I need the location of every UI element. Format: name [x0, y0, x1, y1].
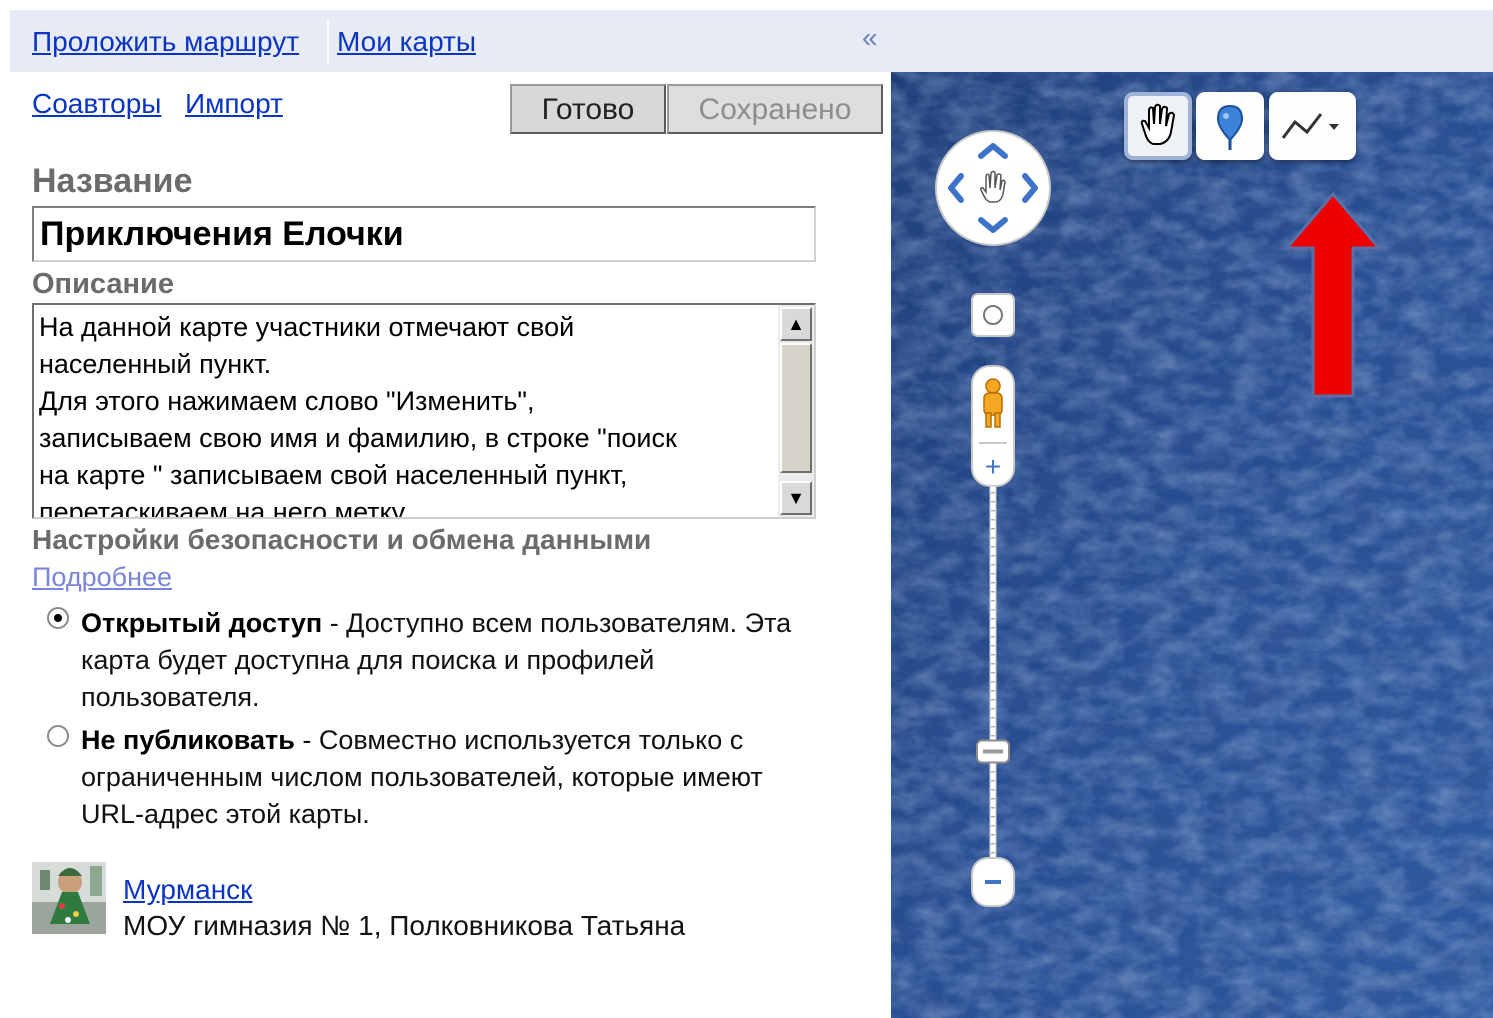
hand-tool-button[interactable]	[1124, 92, 1192, 160]
public-access-title: Открытый доступ	[81, 608, 323, 638]
zoom-tick	[991, 519, 995, 521]
zoom-tick	[991, 591, 995, 593]
zoom-ticks	[991, 492, 995, 854]
unlisted-option[interactable]: Не публиковать - Совместно используется …	[81, 722, 821, 833]
zoom-tick	[991, 771, 995, 773]
zoom-tick	[991, 807, 995, 809]
description-text[interactable]: На данной карте участники отмечают свой …	[39, 309, 769, 517]
tab-divider	[327, 20, 329, 64]
coauthors-link[interactable]: Соавторы	[32, 88, 161, 120]
zoom-tick	[991, 573, 995, 575]
saved-button[interactable]: Сохранено	[667, 84, 883, 134]
scroll-up-button[interactable]: ▲	[780, 307, 812, 341]
zoom-tick	[991, 582, 995, 584]
scroll-thumb[interactable]	[780, 343, 812, 473]
zoom-tick	[991, 618, 995, 620]
zoom-tick	[991, 708, 995, 710]
triangle-down-icon: ▼	[787, 488, 805, 508]
marker-icon	[1216, 104, 1244, 150]
zoom-tick	[991, 501, 995, 503]
radio-unlisted[interactable]	[47, 725, 69, 747]
import-link[interactable]: Импорт	[185, 88, 283, 120]
avatar	[32, 862, 106, 934]
zoom-tick	[991, 600, 995, 602]
zoom-tick	[991, 654, 995, 656]
zoom-tick	[991, 699, 995, 701]
tab-route[interactable]: Проложить маршрут	[32, 26, 299, 58]
author-organization: МОУ гимназия № 1, Полковникова Татьяна	[123, 910, 686, 941]
zoom-tick	[991, 735, 995, 737]
radio-public-access[interactable]	[47, 607, 69, 629]
collapse-panel-button[interactable]: «	[862, 22, 878, 54]
zoom-tick	[991, 672, 995, 674]
zoom-tick	[991, 780, 995, 782]
author-link[interactable]: Мурманск	[123, 874, 252, 906]
scroll-down-button[interactable]: ▼	[780, 481, 812, 515]
map-title-input[interactable]	[32, 206, 816, 262]
zoom-tick	[991, 717, 995, 719]
line-icon	[1281, 113, 1339, 139]
zoom-tick	[991, 834, 995, 836]
pan-control[interactable]	[933, 128, 1053, 248]
zoom-tick	[991, 798, 995, 800]
zoom-tick	[991, 852, 995, 854]
top-tabs: Проложить маршрут Мои карты «	[10, 10, 891, 72]
minus-icon	[985, 880, 1001, 884]
zoom-tick	[991, 825, 995, 827]
description-scrollbar[interactable]: ▲ ▼	[778, 305, 814, 517]
zoom-tick	[991, 510, 995, 512]
zoom-tick	[991, 546, 995, 548]
zoom-tick	[991, 726, 995, 728]
zoom-tick	[991, 492, 995, 494]
zoom-tick	[991, 816, 995, 818]
zoom-reset-button	[971, 293, 1015, 337]
more-info-link[interactable]: Подробнее	[32, 562, 172, 593]
hand-icon	[1140, 103, 1176, 145]
title-label: Название	[32, 162, 193, 200]
privacy-label: Настройки безопасности и обмена данными	[32, 524, 652, 555]
zoom-thumb-grip	[983, 749, 1003, 754]
zoom-tick	[991, 663, 995, 665]
description-label: Описание	[32, 268, 174, 300]
red-up-arrow-icon	[1283, 191, 1383, 398]
marker-tool-button[interactable]	[1196, 92, 1264, 160]
zoom-tick	[991, 843, 995, 845]
description-textarea[interactable]: На данной карте участники отмечают свой …	[32, 303, 816, 519]
chevron-down-icon	[1329, 124, 1339, 130]
zoom-track	[989, 485, 997, 867]
tab-my-maps[interactable]: Мои карты	[337, 26, 476, 58]
zoom-tick	[991, 690, 995, 692]
left-panel: Проложить маршрут Мои карты « Соавторы И…	[10, 10, 891, 1018]
zoom-tick	[991, 681, 995, 683]
zoom-tick	[991, 627, 995, 629]
triangle-up-icon: ▲	[787, 314, 805, 334]
zoom-tick	[991, 528, 995, 530]
line-tool-button[interactable]	[1269, 92, 1356, 160]
done-button[interactable]: Готово	[510, 84, 666, 134]
zoom-tick	[991, 789, 995, 791]
map-top-strip	[891, 10, 1493, 72]
public-access-option[interactable]: Открытый доступ - Доступно всем пользова…	[81, 605, 821, 716]
zoom-tick	[991, 537, 995, 539]
zoom-tick	[991, 645, 995, 647]
zoom-slider[interactable]: +	[969, 292, 1017, 912]
zoom-tick	[991, 609, 995, 611]
zoom-tick	[991, 555, 995, 557]
unlisted-title: Не публиковать	[81, 725, 295, 755]
zoom-tick	[991, 564, 995, 566]
map-view[interactable]: +	[891, 10, 1493, 1018]
zoom-in-button: +	[985, 451, 1001, 482]
radio-selected-dot	[54, 614, 62, 622]
zoom-tick	[991, 636, 995, 638]
